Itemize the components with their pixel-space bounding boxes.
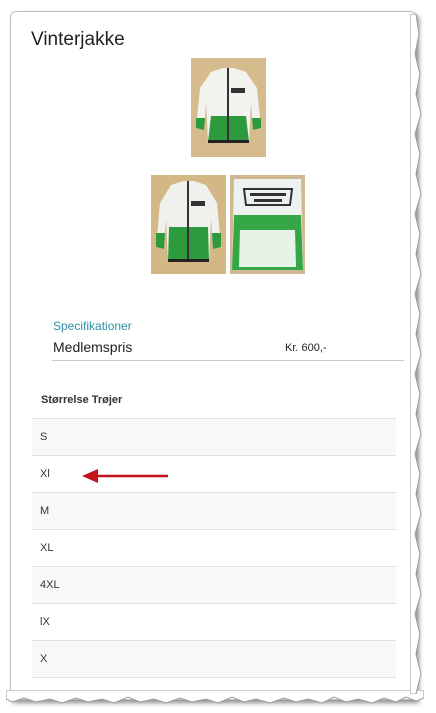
size-option[interactable]: XL xyxy=(32,530,396,567)
jacket-front-photo-2 xyxy=(151,175,226,274)
product-title: Vinterjakke xyxy=(31,29,125,50)
size-option[interactable]: X xyxy=(32,641,396,678)
torn-edge-right xyxy=(410,14,422,694)
product-thumbnail-front[interactable] xyxy=(151,175,226,274)
size-table-heading: Størrelse Trøjer xyxy=(41,394,123,406)
size-table: S Xl M XL 4XL lX X xyxy=(32,418,396,678)
size-option[interactable]: lX xyxy=(32,604,396,641)
specifications-heading: Specifikationer xyxy=(53,319,132,333)
annotation-arrow-icon xyxy=(82,469,168,483)
jacket-back-photo xyxy=(230,175,305,274)
size-option[interactable]: S xyxy=(32,419,396,456)
product-image-main[interactable] xyxy=(191,58,266,157)
size-option[interactable]: 4XL xyxy=(32,567,396,604)
torn-edge-bottom xyxy=(6,690,424,704)
member-price-label: Medlemspris xyxy=(53,339,133,355)
jacket-front-photo xyxy=(191,58,266,157)
size-option[interactable]: M xyxy=(32,493,396,530)
member-price-value: Kr. 600,- xyxy=(285,342,327,354)
divider xyxy=(52,360,404,361)
product-thumbnail-back[interactable] xyxy=(230,175,305,274)
